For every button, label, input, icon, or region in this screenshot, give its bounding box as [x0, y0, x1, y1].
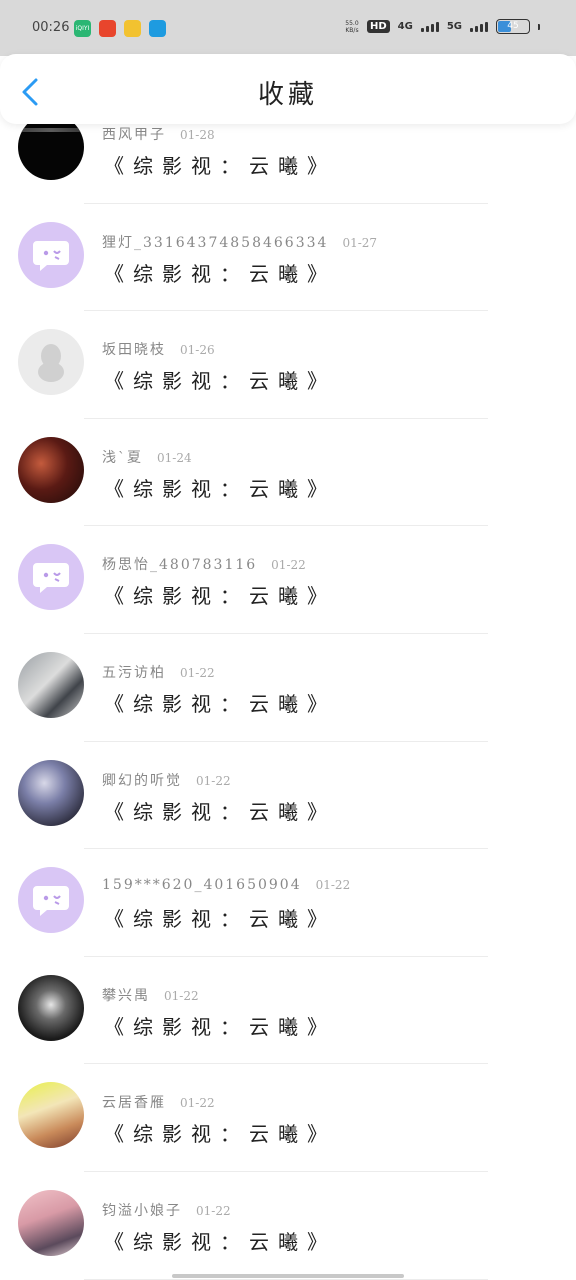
user-name: 云居香雁: [102, 1095, 166, 1112]
divider: [84, 1278, 488, 1280]
page-title: 收藏: [257, 80, 318, 110]
item-meta: 云居香雁 01-22: [102, 1092, 215, 1112]
item-meta: 五污访柏 01-22: [102, 662, 215, 682]
user-name: 攀兴禺: [102, 987, 150, 1004]
item-title: 《综影视：云曦》: [104, 369, 336, 394]
status-bar: 00:26 iQIYI 55.0 KB/s HD 4G 5G 45: [0, 0, 576, 56]
list-item[interactable]: 云居香雁 01-22 《综影视：云曦》: [0, 1064, 576, 1172]
home-indicator[interactable]: [172, 1274, 404, 1278]
item-meta: 狸灯_33164374858466334 01-27: [102, 232, 377, 252]
hd-badge: HD: [366, 20, 390, 33]
item-date: 01-22: [180, 1096, 215, 1111]
item-title: 《综影视：云曦》: [104, 799, 336, 824]
avatar[interactable]: [18, 1189, 84, 1256]
item-meta: 杨思怡_480783116 01-22: [102, 554, 306, 574]
battery-level: 45: [507, 21, 519, 31]
status-indicators: 55.0 KB/s HD 4G 5G 45: [345, 19, 540, 34]
battery-tip: [538, 23, 540, 30]
status-time: 00:26: [32, 20, 70, 35]
user-name: 坂田晓枝: [102, 342, 166, 359]
user-name: 杨思怡_480783116: [102, 557, 258, 574]
battery-icon: 45: [496, 19, 530, 34]
item-title: 《综影视：云曦》: [104, 154, 336, 178]
item-date: 01-22: [315, 878, 351, 893]
item-meta: 坂田晓枝 01-26: [102, 339, 215, 359]
user-name: 卿幻的听觉: [102, 772, 182, 789]
red-app-icon: [99, 20, 116, 37]
user-name: 159***620_401650904: [102, 877, 302, 894]
avatar[interactable]: [18, 329, 84, 396]
item-meta: 卿幻的听觉 01-22: [102, 770, 231, 790]
user-name: 五污访柏: [102, 664, 166, 681]
favorites-list: 西风甲子 01-28 《综影视：云曦》 狸灯_33164374858466334 01-…: [0, 96, 576, 1280]
qq-app-icon: [149, 20, 166, 37]
avatar[interactable]: [18, 544, 84, 611]
avatar[interactable]: [18, 974, 84, 1041]
user-name: 钧溢小娘子: [102, 1202, 182, 1219]
avatar[interactable]: [18, 221, 84, 288]
list-item[interactable]: 浅`夏 01-24 《综影视：云曦》: [0, 419, 576, 527]
item-meta: 钧溢小娘子 01-22: [102, 1200, 231, 1220]
list-item[interactable]: 狸灯_33164374858466334 01-27 《综影视：云曦》: [0, 204, 576, 312]
yellow-app-icon: [124, 20, 141, 37]
item-date: 01-27: [342, 235, 378, 250]
user-name: 西风甲子: [102, 127, 166, 143]
list-item[interactable]: 杨思怡_480783116 01-22 《综影视：云曦》: [0, 526, 576, 634]
avatar[interactable]: [18, 759, 84, 826]
list-item[interactable]: 五污访柏 01-22 《综影视：云曦》: [0, 634, 576, 742]
item-date: 01-22: [180, 665, 215, 680]
network-speed: 55.0 KB/s: [345, 19, 359, 34]
item-date: 01-28: [180, 128, 215, 142]
user-name: 狸灯_33164374858466334: [102, 234, 329, 251]
signal-icon: [470, 21, 488, 32]
network-5g-label: 5G: [446, 21, 462, 32]
avatar[interactable]: [18, 436, 84, 503]
header-bar: 收藏: [0, 54, 576, 124]
item-title: 《综影视：云曦》: [104, 261, 336, 286]
item-title: 《综影视：云曦》: [104, 1122, 336, 1147]
item-date: 01-22: [196, 1203, 231, 1218]
item-date: 01-22: [271, 558, 306, 573]
user-name: 浅`夏: [102, 449, 143, 466]
avatar[interactable]: [18, 867, 84, 934]
iqiyi-app-icon: iQIYI: [74, 20, 91, 37]
status-app-icons: iQIYI: [74, 20, 166, 37]
item-meta: 西风甲子 01-28: [102, 124, 215, 144]
item-date: 01-26: [180, 343, 215, 358]
item-meta: 攀兴禺 01-22: [102, 985, 199, 1005]
item-date: 01-24: [157, 450, 192, 465]
item-title: 《综影视：云曦》: [104, 476, 336, 501]
list-item[interactable]: 159***620_401650904 01-22 《综影视：云曦》: [0, 849, 576, 957]
list-item[interactable]: 坂田晓枝 01-26 《综影视：云曦》: [0, 311, 576, 419]
list-item[interactable]: 攀兴禺 01-22 《综影视：云曦》: [0, 957, 576, 1065]
item-date: 01-22: [196, 773, 231, 788]
item-title: 《综影视：云曦》: [104, 1229, 336, 1254]
item-title: 《综影视：云曦》: [104, 907, 336, 932]
avatar[interactable]: [18, 1082, 84, 1149]
item-date: 01-22: [164, 988, 199, 1003]
avatar[interactable]: [18, 651, 84, 718]
list-item[interactable]: 卿幻的听觉 01-22 《综影视：云曦》: [0, 742, 576, 850]
signal-icon: [420, 21, 439, 32]
list-item[interactable]: 钧溢小娘子 01-22 《综影视：云曦》: [0, 1172, 576, 1280]
item-title: 《综影视：云曦》: [104, 584, 336, 609]
network-4g-label: 4G: [397, 21, 413, 32]
item-meta: 159***620_401650904 01-22: [102, 877, 350, 893]
item-title: 《综影视：云曦》: [104, 1014, 336, 1039]
item-meta: 浅`夏 01-24: [102, 447, 192, 467]
item-title: 《综影视：云曦》: [104, 691, 336, 716]
